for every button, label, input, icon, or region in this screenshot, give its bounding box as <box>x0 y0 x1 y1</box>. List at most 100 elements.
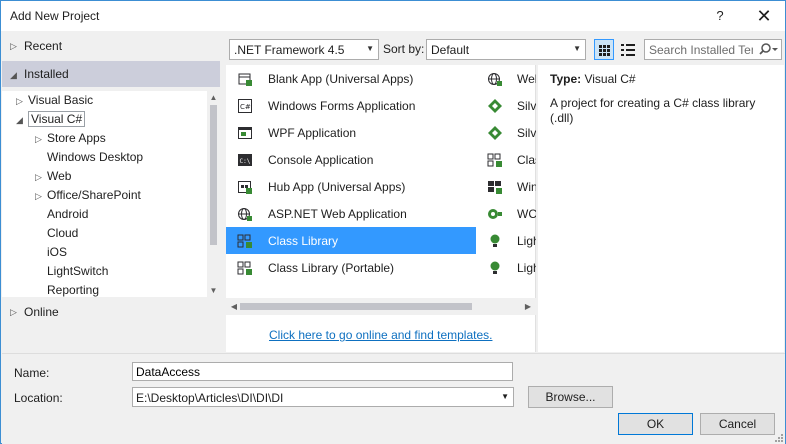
template-icon-wrap <box>237 260 253 276</box>
svg-text:C:\: C:\ <box>240 158 251 165</box>
template-item-label: Ligh <box>517 234 536 248</box>
toolbar: .NET Framework 4.5 ▼ Sort by: Default ▼ <box>226 37 784 63</box>
tree-item-label: Windows Desktop <box>47 150 144 164</box>
template-item[interactable]: Ligh <box>484 254 536 281</box>
tree-item-label: Android <box>47 207 89 221</box>
tree-item-label: Cloud <box>47 226 79 240</box>
template-tree: ▷ Visual Basic ◢ Visual C# ▷ Store Apps Window… <box>2 91 220 297</box>
details-pane: Type: Visual C# A project for creating a… <box>538 65 784 352</box>
template-item-label: Ligh <box>517 261 536 275</box>
template-item-label: Class Library <box>268 234 339 248</box>
tree-item-label: Office/SharePoint <box>47 188 141 202</box>
tree-item[interactable]: ▷ Visual Basic <box>16 91 93 110</box>
template-item[interactable]: Silve <box>484 92 536 119</box>
nav-recent[interactable]: ▷ Recent <box>2 35 220 57</box>
template-item[interactable]: Ligh <box>484 227 536 254</box>
template-icon-wrap <box>487 206 503 222</box>
tree-item[interactable]: iOS <box>35 243 67 262</box>
chevron-right-icon: ▷ <box>35 134 42 144</box>
list-view-button[interactable] <box>618 39 638 60</box>
template-item[interactable]: Win <box>484 173 536 200</box>
tree-item[interactable]: Cloud <box>35 224 78 243</box>
template-item-label: WPF Application <box>268 126 357 140</box>
tree-item[interactable]: ◢ Visual C# <box>16 110 86 129</box>
type-key: Type: <box>550 72 582 86</box>
template-icon-wrap <box>237 206 253 222</box>
template-item[interactable]: C# Windows Forms Application <box>226 92 476 119</box>
template-item[interactable]: Web <box>484 65 536 92</box>
template-icon-wrap: C# <box>237 98 253 114</box>
svg-text:C#: C# <box>240 103 251 111</box>
chevron-right-icon: ▷ <box>35 191 42 201</box>
chevron-right-icon: ▷ <box>16 96 23 106</box>
tree-item-label: Visual Basic <box>28 93 94 107</box>
tree-scroll-thumb[interactable] <box>210 105 217 245</box>
type-value: Visual C# <box>584 72 636 86</box>
scroll-left-icon[interactable]: ◀ <box>228 300 240 313</box>
nav-installed-label: Installed <box>24 67 69 81</box>
ok-button[interactable]: OK <box>618 413 693 435</box>
scroll-up-icon[interactable]: ▲ <box>207 91 220 104</box>
template-item-label: Web <box>517 72 536 86</box>
lightswitch-icon <box>490 234 500 247</box>
template-item[interactable]: Class Library (Portable) <box>226 254 476 281</box>
template-item[interactable]: WPF Application <box>226 119 476 146</box>
search-box[interactable] <box>644 39 782 60</box>
tree-item-label: LightSwitch <box>47 264 109 278</box>
scroll-right-icon[interactable]: ▶ <box>522 300 534 313</box>
chevron-down-icon: ▼ <box>366 44 374 53</box>
tree-scrollbar[interactable]: ▲ ▼ <box>207 91 220 297</box>
search-icon[interactable] <box>757 42 779 58</box>
template-item[interactable]: C:\ Console Application <box>226 146 476 173</box>
winforms-icon: C# <box>238 99 252 113</box>
template-item[interactable]: WC <box>484 200 536 227</box>
template-icon-wrap <box>487 233 503 249</box>
template-icon-wrap <box>237 125 253 141</box>
template-icon-wrap <box>487 179 503 195</box>
left-pane: ▷ Recent ◢ Installed ▷ Visual Basic ◢ Visua… <box>2 33 220 353</box>
browse-button[interactable]: Browse... <box>528 386 613 408</box>
help-button[interactable]: ? <box>703 1 737 31</box>
tree-item[interactable]: LightSwitch <box>35 262 108 281</box>
list-view-icon <box>621 44 635 56</box>
template-item[interactable]: Class Library <box>226 227 476 254</box>
template-item[interactable]: Hub App (Universal Apps) <box>226 173 476 200</box>
scroll-down-icon[interactable]: ▼ <box>207 284 220 297</box>
tree-item[interactable]: Reporting <box>35 281 99 297</box>
resize-grip-icon[interactable] <box>773 432 783 442</box>
grid-view-button[interactable] <box>594 39 614 60</box>
tree-item-label: Web <box>47 169 72 183</box>
tree-item[interactable]: ▷ Store Apps <box>35 129 106 148</box>
template-icon-wrap: C:\ <box>237 152 253 168</box>
template-item[interactable]: Silve <box>484 119 536 146</box>
cancel-button[interactable]: Cancel <box>700 413 775 435</box>
template-item[interactable]: Blank App (Universal Apps) <box>226 65 476 92</box>
online-templates-link[interactable]: Click here to go online and find templat… <box>269 328 492 342</box>
window-title: Add New Project <box>10 9 100 23</box>
class-library-icon <box>237 234 252 248</box>
location-select[interactable]: E:\Desktop\Articles\DI\DI\DI ▼ <box>132 387 514 407</box>
template-item-label: Hub App (Universal Apps) <box>268 180 406 194</box>
template-list-hscrollbar[interactable]: ◀ ▶ <box>226 298 536 315</box>
template-icon-wrap <box>237 179 253 195</box>
tree-item[interactable]: Android <box>35 205 88 224</box>
template-item-label: Win <box>517 180 536 194</box>
tree-item-label: Reporting <box>47 283 100 297</box>
name-input[interactable] <box>132 362 513 381</box>
tree-item[interactable]: Windows Desktop <box>35 148 143 167</box>
search-input[interactable] <box>647 41 755 58</box>
framework-select[interactable]: .NET Framework 4.5 ▼ <box>229 39 379 60</box>
sort-select[interactable]: Default ▼ <box>426 39 586 60</box>
template-item[interactable]: ASP.NET Web Application <box>226 200 476 227</box>
template-item[interactable]: Class <box>484 146 536 173</box>
template-icon-wrap <box>487 152 503 168</box>
tree-item[interactable]: ▷ Office/SharePoint <box>35 186 141 205</box>
hub-app-icon <box>238 181 252 194</box>
wpf-icon <box>238 127 252 139</box>
hscroll-thumb[interactable] <box>240 303 472 310</box>
nav-online[interactable]: ▷ Online <box>2 301 220 323</box>
nav-installed[interactable]: ◢ Installed <box>2 61 220 87</box>
tree-item[interactable]: ▷ Web <box>35 167 71 186</box>
chevron-right-icon: ▷ <box>35 172 42 182</box>
close-button[interactable]: ✕ <box>747 1 781 31</box>
